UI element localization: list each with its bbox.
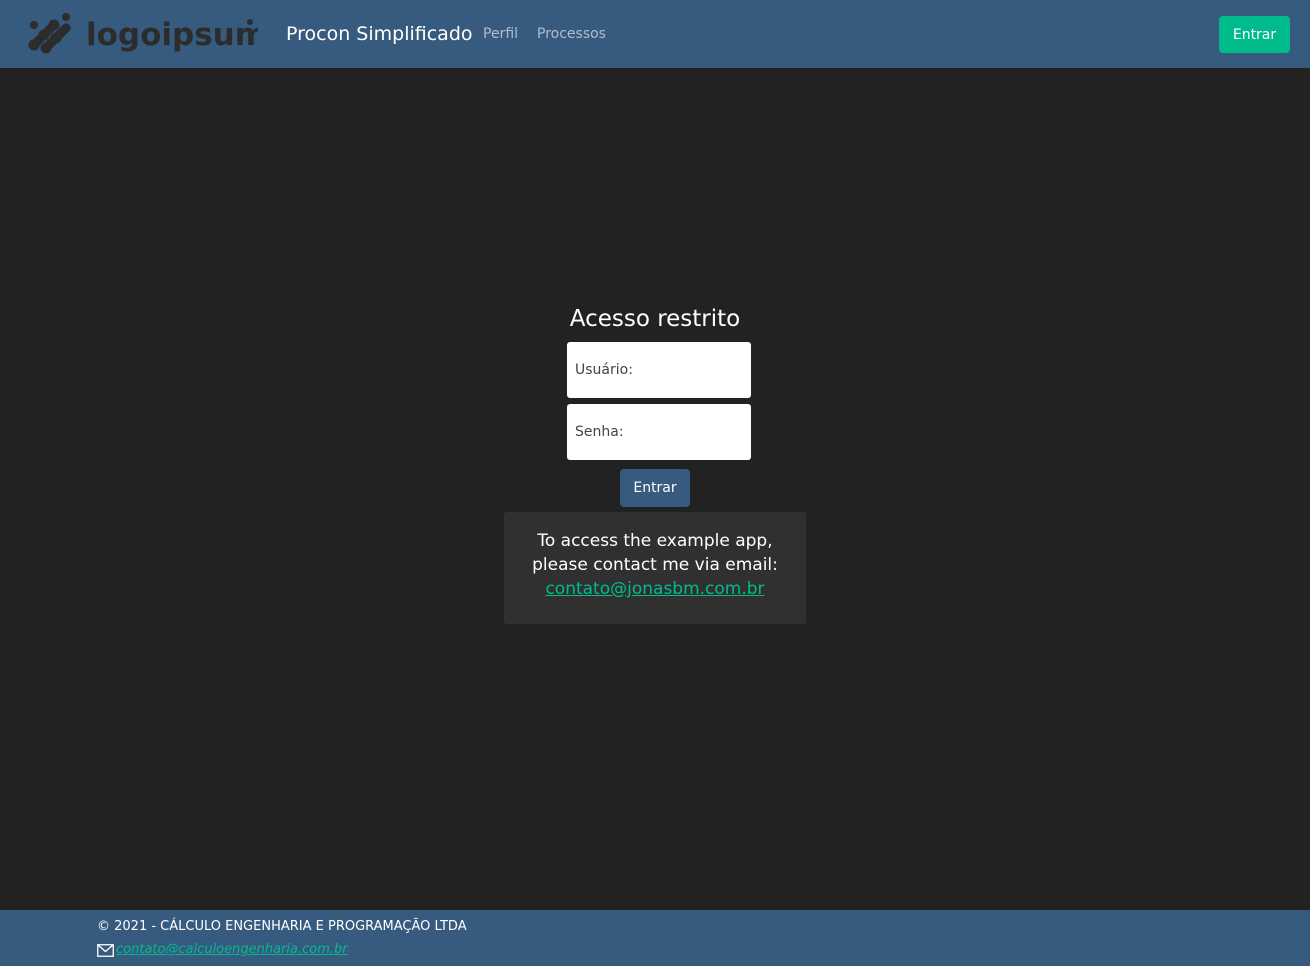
footer-copyright: © 2021 - CÁLCULO ENGENHARIA E PROGRAMAÇÃ… bbox=[97, 919, 467, 934]
brand-title[interactable]: Procon Simplificado bbox=[286, 22, 473, 46]
login-submit-button[interactable]: Entrar bbox=[620, 469, 690, 507]
info-text-line-1: To access the example app, bbox=[537, 531, 773, 551]
nav-link-perfil[interactable]: Perfil bbox=[483, 25, 518, 43]
username-input[interactable] bbox=[567, 342, 751, 398]
footer-email-row: contato@calculoengenharia.com.br bbox=[97, 941, 348, 959]
nav-link-processos[interactable]: Processos bbox=[537, 25, 606, 43]
footer: © 2021 - CÁLCULO ENGENHARIA E PROGRAMAÇÃ… bbox=[0, 910, 1310, 966]
password-input[interactable] bbox=[567, 404, 751, 460]
logo-image: logoipsum bbox=[28, 13, 258, 54]
footer-email-link[interactable]: contato@calculoengenharia.com.br bbox=[116, 941, 348, 959]
navbar: logoipsum Procon Simplificado Perfil Pro… bbox=[0, 0, 1310, 68]
logo[interactable]: logoipsum bbox=[26, 11, 258, 57]
logo-mark-icon bbox=[28, 13, 71, 54]
mail-icon bbox=[97, 943, 114, 957]
info-box: To access the example app, please contac… bbox=[504, 512, 806, 624]
contact-email-link[interactable]: contato@jonasbm.com.br bbox=[545, 577, 764, 601]
login-title: Acesso restrito bbox=[569, 306, 741, 332]
logo-text: logoipsum bbox=[86, 17, 258, 53]
navbar-login-button[interactable]: Entrar bbox=[1219, 16, 1290, 53]
info-text-line-2: please contact me via email: bbox=[532, 555, 778, 575]
